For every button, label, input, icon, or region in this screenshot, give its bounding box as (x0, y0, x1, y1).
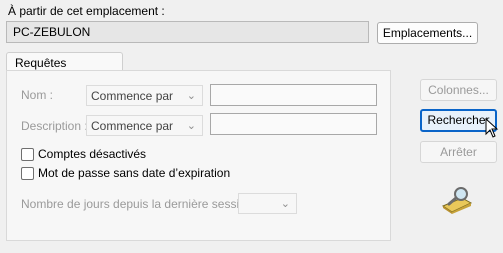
disabled-accounts-label: Comptes désactivés (38, 147, 147, 161)
name-input[interactable] (210, 84, 377, 106)
location-label: À partir de cet emplacement : (8, 4, 165, 18)
disabled-accounts-checkbox[interactable] (21, 148, 34, 161)
columns-button[interactable]: Colonnes... (420, 79, 497, 101)
chevron-down-icon: ⌄ (186, 120, 196, 132)
description-mode-select[interactable]: Commence par ⌄ (86, 115, 203, 136)
magnifier-icon (441, 187, 473, 214)
chevron-down-icon: ⌄ (280, 198, 290, 210)
description-input[interactable] (210, 113, 377, 135)
description-label: Description : (21, 119, 88, 133)
no-expire-password-checkbox[interactable] (21, 167, 34, 180)
location-field: PC-ZEBULON (6, 21, 369, 43)
name-mode-value: Commence par (91, 89, 174, 103)
mouse-cursor-icon (485, 118, 499, 138)
days-since-login-label: Nombre de jours depuis la dernière sessi… (21, 197, 260, 211)
tab-common-queries[interactable]: Requêtes communes (6, 52, 123, 84)
name-label: Nom : (21, 88, 54, 102)
no-expire-password-label: Mot de passe sans date d’expiration (38, 166, 231, 180)
locations-button[interactable]: Emplacements... (377, 22, 478, 44)
name-mode-select[interactable]: Commence par ⌄ (86, 85, 203, 106)
days-since-login-select[interactable]: ⌄ (238, 193, 297, 214)
description-mode-value: Commence par (91, 119, 174, 133)
stop-button[interactable]: Arrêter (420, 141, 497, 163)
chevron-down-icon: ⌄ (186, 90, 196, 102)
